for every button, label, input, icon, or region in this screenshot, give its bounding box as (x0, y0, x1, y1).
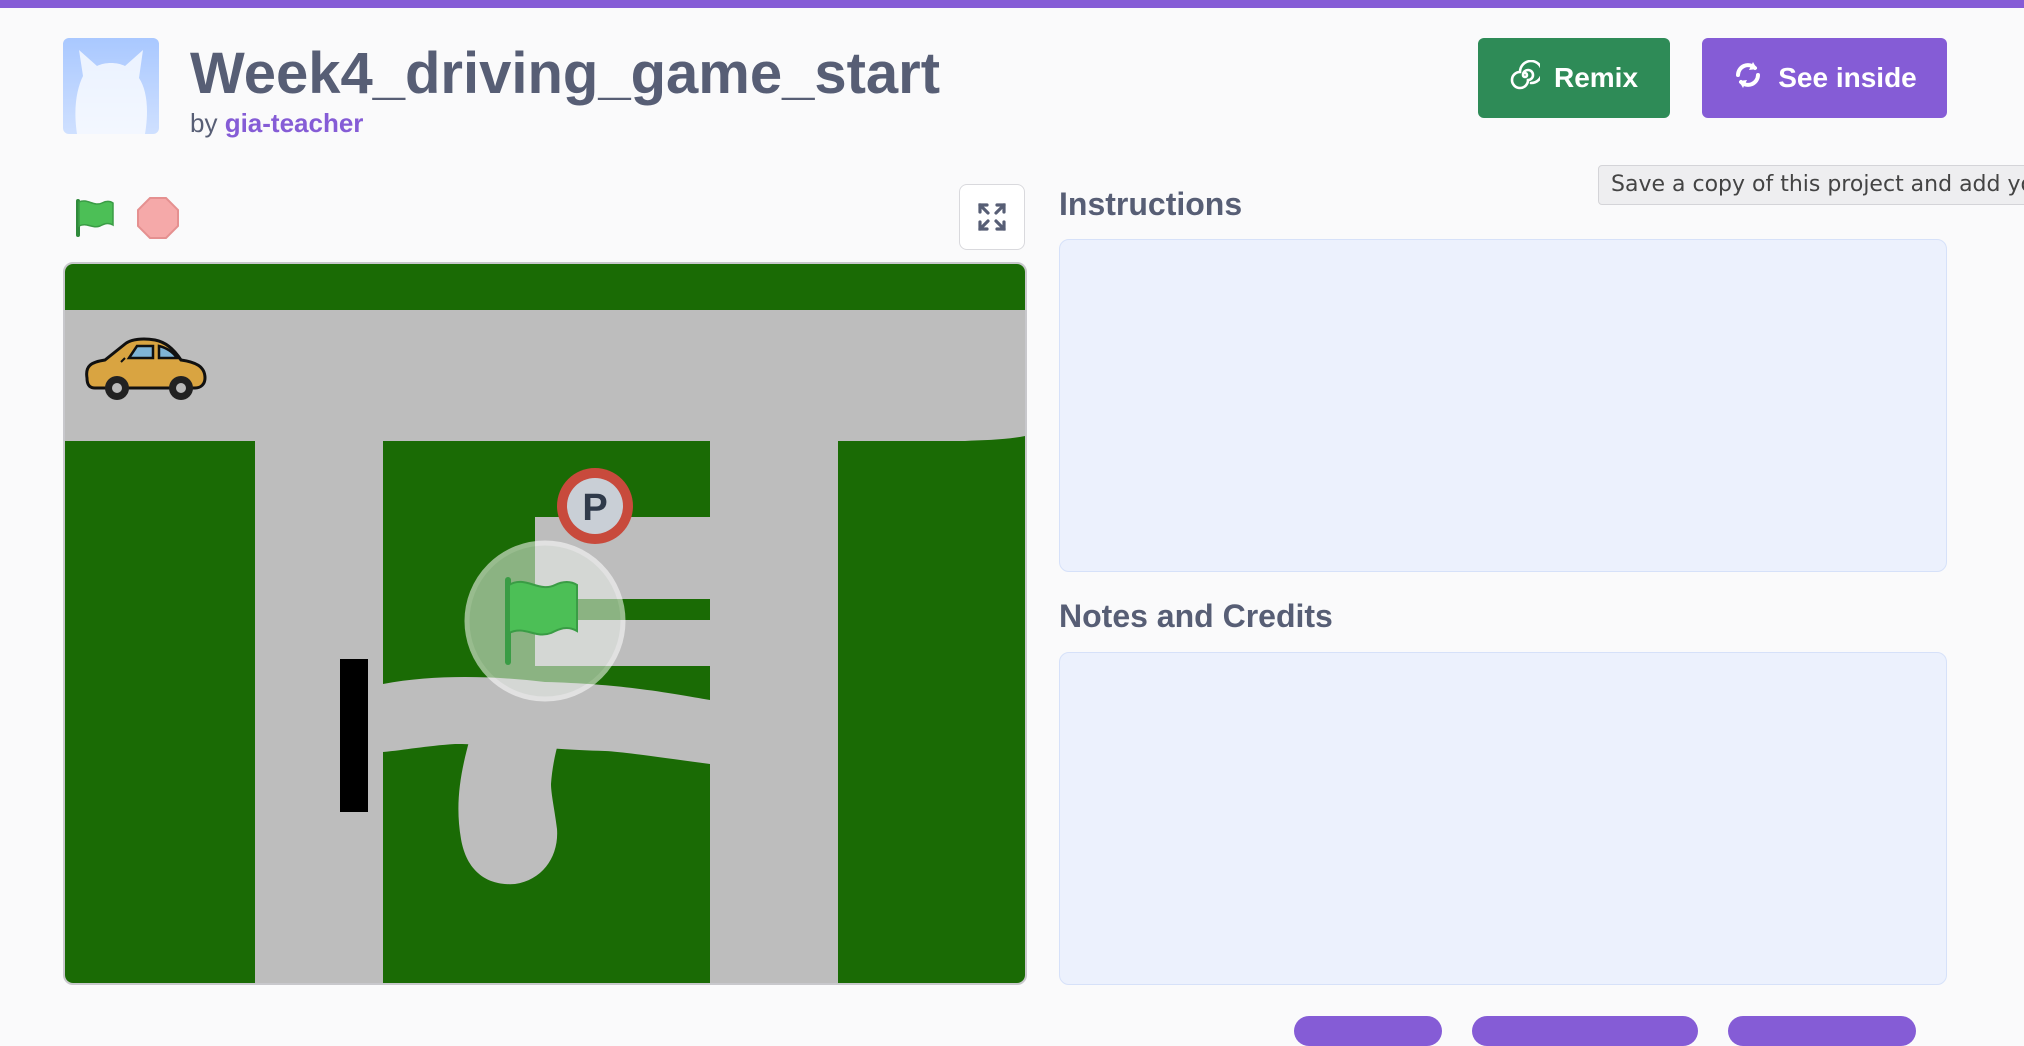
wall-obstacle (340, 659, 368, 812)
remix-button[interactable]: Remix (1478, 38, 1670, 118)
see-inside-icon (1732, 59, 1764, 98)
bottom-action-button-2[interactable] (1472, 1016, 1698, 1046)
stage-canvas: P (65, 264, 1025, 983)
byline-prefix: by (190, 108, 218, 138)
project-thumbnail (63, 38, 159, 134)
instructions-box[interactable] (1059, 239, 1947, 572)
remix-label: Remix (1553, 62, 1639, 93)
parking-sign: P (557, 468, 633, 544)
see-inside-label: See inside (1778, 62, 1917, 93)
project-stage[interactable]: P (63, 262, 1027, 985)
fullscreen-button[interactable] (959, 184, 1025, 250)
remix-tooltip: Save a copy of this project and add you (1598, 165, 2024, 205)
green-flag-button[interactable] (72, 195, 118, 241)
stop-icon (137, 197, 179, 239)
notes-box[interactable] (1059, 652, 1947, 985)
top-accent-bar (0, 0, 2024, 8)
bottom-action-button-3[interactable] (1728, 1016, 1916, 1046)
remix-icon (1510, 59, 1544, 97)
notes-label: Notes and Credits (1059, 598, 1333, 634)
fullscreen-icon (978, 203, 1006, 231)
green-flag-icon (76, 199, 114, 237)
parking-sign-letter: P (582, 487, 607, 529)
byline: by gia-teacher (190, 108, 363, 139)
start-flag-overlay (464, 540, 626, 702)
project-title: Week4_driving_game_start (190, 41, 941, 106)
see-inside-button[interactable]: See inside (1702, 38, 1947, 118)
stop-button[interactable] (136, 196, 180, 240)
instructions-label: Instructions (1059, 186, 1243, 222)
bottom-action-button-1[interactable] (1294, 1016, 1442, 1046)
author-link[interactable]: gia-teacher (225, 108, 364, 138)
